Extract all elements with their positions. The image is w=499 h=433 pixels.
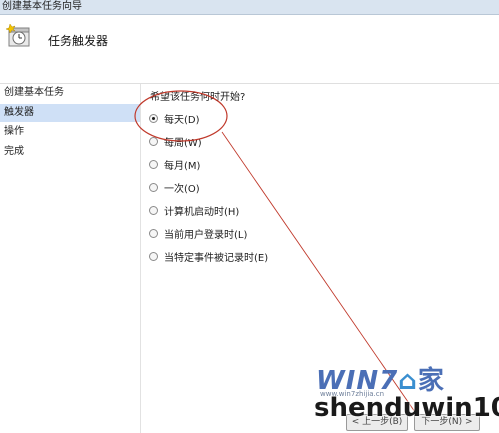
option-label: 每周(W) xyxy=(164,137,202,149)
option-computer-startup[interactable]: 计算机启动时(H) xyxy=(149,201,239,219)
option-label: 当前用户登录时(L) xyxy=(164,229,248,241)
sidebar-item-label: 创建基本任务 xyxy=(4,87,64,98)
sidebar-item-label: 完成 xyxy=(4,146,24,157)
option-monthly[interactable]: 每月(M) xyxy=(149,155,200,173)
trigger-question: 希望该任务何时开始? xyxy=(150,92,246,103)
option-once[interactable]: 一次(O) xyxy=(149,178,200,196)
watermark-site: shenduwin10.com xyxy=(314,393,499,423)
option-event-logged[interactable]: 当特定事件被记录时(E) xyxy=(149,247,268,265)
option-label: 计算机启动时(H) xyxy=(164,206,240,218)
task-clock-icon xyxy=(6,23,30,47)
radio-once[interactable] xyxy=(149,182,158,192)
radio-event-logged[interactable] xyxy=(149,251,158,261)
sidebar-item-finish[interactable]: 完成 xyxy=(0,143,140,161)
radio-weekly[interactable] xyxy=(149,136,158,146)
option-daily[interactable]: 每天(D) xyxy=(149,109,200,127)
page-title: 任务触发器 xyxy=(48,34,109,48)
radio-user-logon[interactable] xyxy=(149,228,158,238)
radio-computer-startup[interactable] xyxy=(149,205,158,215)
sidebar-item-action[interactable]: 操作 xyxy=(0,123,140,141)
sidebar-item-trigger[interactable]: 触发器 xyxy=(0,104,140,122)
option-weekly[interactable]: 每周(W) xyxy=(149,132,202,150)
option-label: 一次(O) xyxy=(164,183,200,195)
radio-monthly[interactable] xyxy=(149,159,158,169)
option-user-logon[interactable]: 当前用户登录时(L) xyxy=(149,224,247,242)
sidebar-item-create-task[interactable]: 创建基本任务 xyxy=(0,84,140,102)
wizard-header: 任务触发器 xyxy=(0,15,499,84)
sidebar-item-label: 操作 xyxy=(4,126,24,137)
wizard-window: 创建基本任务向导 任务触发器 创建基本任务 触发器 操作 完成 希望该任务何时开… xyxy=(0,0,499,433)
wizard-steps-sidebar: 创建基本任务 触发器 操作 完成 xyxy=(0,84,141,433)
option-label: 当特定事件被记录时(E) xyxy=(164,252,269,264)
title-bar: 创建基本任务向导 xyxy=(0,0,499,15)
option-label: 每天(D) xyxy=(164,114,200,126)
house-icon: ⌂ xyxy=(398,366,418,396)
option-label: 每月(M) xyxy=(164,160,201,172)
window-title: 创建基本任务向导 xyxy=(2,1,82,12)
sidebar-item-label: 触发器 xyxy=(4,107,34,118)
radio-daily[interactable] xyxy=(149,113,158,123)
